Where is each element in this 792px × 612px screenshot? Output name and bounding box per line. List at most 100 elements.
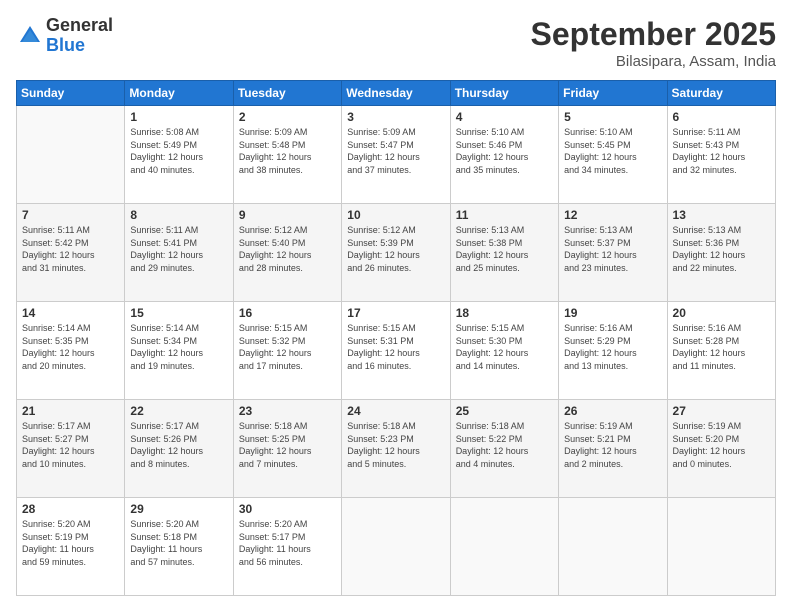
calendar-cell: 8Sunrise: 5:11 AMSunset: 5:41 PMDaylight… bbox=[125, 204, 233, 302]
calendar-cell: 1Sunrise: 5:08 AMSunset: 5:49 PMDaylight… bbox=[125, 106, 233, 204]
calendar-cell: 5 Sunrise: 5:10 AMSunset: 5:45 PMDaylight… bbox=[559, 106, 667, 204]
day-number: 23 bbox=[239, 404, 336, 418]
day-number: 22 bbox=[130, 404, 227, 418]
calendar-week-row: 1Sunrise: 5:08 AMSunset: 5:49 PMDaylight… bbox=[17, 106, 776, 204]
calendar-cell: 11 Sunrise: 5:13 AMSunset: 5:38 PMDayligh… bbox=[450, 204, 558, 302]
location: Bilasipara, Assam, India bbox=[531, 53, 776, 70]
day-number: 27 bbox=[673, 404, 770, 418]
day-info: Sunrise: 5:19 AMSunset: 5:21 PMDaylight:… bbox=[564, 420, 661, 470]
calendar-cell: 10 Sunrise: 5:12 AMSunset: 5:39 PMDayligh… bbox=[342, 204, 450, 302]
logo-blue: Blue bbox=[46, 36, 113, 56]
day-number: 7 bbox=[22, 208, 119, 222]
day-info: Sunrise: 5:12 AMSunset: 5:40 PMDaylight:… bbox=[239, 224, 336, 274]
calendar-cell bbox=[559, 498, 667, 596]
calendar-cell: 14 Sunrise: 5:14 AMSunset: 5:35 PMDayligh… bbox=[17, 302, 125, 400]
day-number: 11 bbox=[456, 208, 553, 222]
col-header-saturday: Saturday bbox=[667, 81, 775, 106]
calendar-week-row: 21 Sunrise: 5:17 AMSunset: 5:27 PMDayligh… bbox=[17, 400, 776, 498]
calendar-cell bbox=[450, 498, 558, 596]
day-number: 2 bbox=[239, 110, 336, 124]
day-info: Sunrise: 5:16 AMSunset: 5:29 PMDaylight:… bbox=[564, 322, 661, 372]
calendar-week-row: 7 Sunrise: 5:11 AMSunset: 5:42 PMDaylight… bbox=[17, 204, 776, 302]
col-header-monday: Monday bbox=[125, 81, 233, 106]
calendar-cell: 27Sunrise: 5:19 AMSunset: 5:20 PMDayligh… bbox=[667, 400, 775, 498]
day-number: 20 bbox=[673, 306, 770, 320]
day-info: Sunrise: 5:18 AMSunset: 5:22 PMDaylight:… bbox=[456, 420, 553, 470]
calendar-cell: 7 Sunrise: 5:11 AMSunset: 5:42 PMDaylight… bbox=[17, 204, 125, 302]
calendar-cell bbox=[667, 498, 775, 596]
col-header-sunday: Sunday bbox=[17, 81, 125, 106]
calendar-cell: 28 Sunrise: 5:20 AMSunset: 5:19 PMDayligh… bbox=[17, 498, 125, 596]
calendar-cell: 22 Sunrise: 5:17 AMSunset: 5:26 PMDayligh… bbox=[125, 400, 233, 498]
day-info: Sunrise: 5:17 AMSunset: 5:26 PMDaylight:… bbox=[130, 420, 227, 470]
day-number: 24 bbox=[347, 404, 444, 418]
day-info: Sunrise: 5:18 AMSunset: 5:25 PMDaylight:… bbox=[239, 420, 336, 470]
calendar-cell: 24Sunrise: 5:18 AMSunset: 5:23 PMDayligh… bbox=[342, 400, 450, 498]
day-info: Sunrise: 5:15 AMSunset: 5:30 PMDaylight:… bbox=[456, 322, 553, 372]
day-number: 14 bbox=[22, 306, 119, 320]
calendar-cell bbox=[342, 498, 450, 596]
day-info: Sunrise: 5:13 AMSunset: 5:38 PMDaylight:… bbox=[456, 224, 553, 274]
day-number: 10 bbox=[347, 208, 444, 222]
day-info: Sunrise: 5:10 AMSunset: 5:45 PMDaylight:… bbox=[564, 126, 661, 176]
day-number: 9 bbox=[239, 208, 336, 222]
calendar-cell: 3 Sunrise: 5:09 AMSunset: 5:47 PMDaylight… bbox=[342, 106, 450, 204]
calendar-cell: 21 Sunrise: 5:17 AMSunset: 5:27 PMDayligh… bbox=[17, 400, 125, 498]
day-info: Sunrise: 5:16 AMSunset: 5:28 PMDaylight:… bbox=[673, 322, 770, 372]
col-header-wednesday: Wednesday bbox=[342, 81, 450, 106]
calendar-cell: 4 Sunrise: 5:10 AMSunset: 5:46 PMDaylight… bbox=[450, 106, 558, 204]
day-info: Sunrise: 5:13 AMSunset: 5:37 PMDaylight:… bbox=[564, 224, 661, 274]
calendar-cell: 26Sunrise: 5:19 AMSunset: 5:21 PMDayligh… bbox=[559, 400, 667, 498]
day-number: 30 bbox=[239, 502, 336, 516]
day-number: 5 bbox=[564, 110, 661, 124]
calendar-cell: 20 Sunrise: 5:16 AMSunset: 5:28 PMDayligh… bbox=[667, 302, 775, 400]
day-number: 13 bbox=[673, 208, 770, 222]
calendar-cell: 13 Sunrise: 5:13 AMSunset: 5:36 PMDayligh… bbox=[667, 204, 775, 302]
header: General Blue September 2025 Bilasipara, … bbox=[16, 16, 776, 70]
day-number: 3 bbox=[347, 110, 444, 124]
calendar-cell: 2 Sunrise: 5:09 AMSunset: 5:48 PMDaylight… bbox=[233, 106, 341, 204]
day-number: 8 bbox=[130, 208, 227, 222]
day-number: 6 bbox=[673, 110, 770, 124]
day-info: Sunrise: 5:10 AMSunset: 5:46 PMDaylight:… bbox=[456, 126, 553, 176]
day-number: 18 bbox=[456, 306, 553, 320]
day-number: 21 bbox=[22, 404, 119, 418]
day-info: Sunrise: 5:20 AMSunset: 5:19 PMDaylight:… bbox=[22, 518, 119, 568]
calendar-cell bbox=[17, 106, 125, 204]
calendar-header-row: SundayMondayTuesdayWednesdayThursdayFrid… bbox=[17, 81, 776, 106]
day-info: Sunrise: 5:09 AMSunset: 5:47 PMDaylight:… bbox=[347, 126, 444, 176]
day-number: 19 bbox=[564, 306, 661, 320]
calendar-cell: 9 Sunrise: 5:12 AMSunset: 5:40 PMDaylight… bbox=[233, 204, 341, 302]
title-block: September 2025 Bilasipara, Assam, India bbox=[531, 16, 776, 70]
logo-general: General bbox=[46, 16, 113, 36]
calendar-cell: 19 Sunrise: 5:16 AMSunset: 5:29 PMDayligh… bbox=[559, 302, 667, 400]
day-info: Sunrise: 5:09 AMSunset: 5:48 PMDaylight:… bbox=[239, 126, 336, 176]
calendar-cell: 30Sunrise: 5:20 AMSunset: 5:17 PMDayligh… bbox=[233, 498, 341, 596]
day-number: 28 bbox=[22, 502, 119, 516]
day-info: Sunrise: 5:12 AMSunset: 5:39 PMDaylight:… bbox=[347, 224, 444, 274]
calendar-cell: 6 Sunrise: 5:11 AMSunset: 5:43 PMDaylight… bbox=[667, 106, 775, 204]
day-info: Sunrise: 5:14 AMSunset: 5:35 PMDaylight:… bbox=[22, 322, 119, 372]
col-header-thursday: Thursday bbox=[450, 81, 558, 106]
calendar-cell: 25Sunrise: 5:18 AMSunset: 5:22 PMDayligh… bbox=[450, 400, 558, 498]
day-number: 15 bbox=[130, 306, 227, 320]
day-info: Sunrise: 5:14 AMSunset: 5:34 PMDaylight:… bbox=[130, 322, 227, 372]
day-number: 12 bbox=[564, 208, 661, 222]
day-info: Sunrise: 5:13 AMSunset: 5:36 PMDaylight:… bbox=[673, 224, 770, 274]
day-number: 4 bbox=[456, 110, 553, 124]
col-header-friday: Friday bbox=[559, 81, 667, 106]
day-info: Sunrise: 5:11 AMSunset: 5:43 PMDaylight:… bbox=[673, 126, 770, 176]
col-header-tuesday: Tuesday bbox=[233, 81, 341, 106]
calendar-cell: 29Sunrise: 5:20 AMSunset: 5:18 PMDayligh… bbox=[125, 498, 233, 596]
day-number: 17 bbox=[347, 306, 444, 320]
calendar-cell: 18 Sunrise: 5:15 AMSunset: 5:30 PMDayligh… bbox=[450, 302, 558, 400]
logo-icon bbox=[16, 22, 44, 50]
day-info: Sunrise: 5:15 AMSunset: 5:32 PMDaylight:… bbox=[239, 322, 336, 372]
day-info: Sunrise: 5:17 AMSunset: 5:27 PMDaylight:… bbox=[22, 420, 119, 470]
calendar-cell: 12 Sunrise: 5:13 AMSunset: 5:37 PMDayligh… bbox=[559, 204, 667, 302]
day-info: Sunrise: 5:11 AMSunset: 5:42 PMDaylight:… bbox=[22, 224, 119, 274]
logo-text: General Blue bbox=[46, 16, 113, 56]
day-info: Sunrise: 5:08 AMSunset: 5:49 PMDaylight:… bbox=[130, 126, 227, 176]
calendar-table: SundayMondayTuesdayWednesdayThursdayFrid… bbox=[16, 80, 776, 596]
month-title: September 2025 bbox=[531, 16, 776, 53]
